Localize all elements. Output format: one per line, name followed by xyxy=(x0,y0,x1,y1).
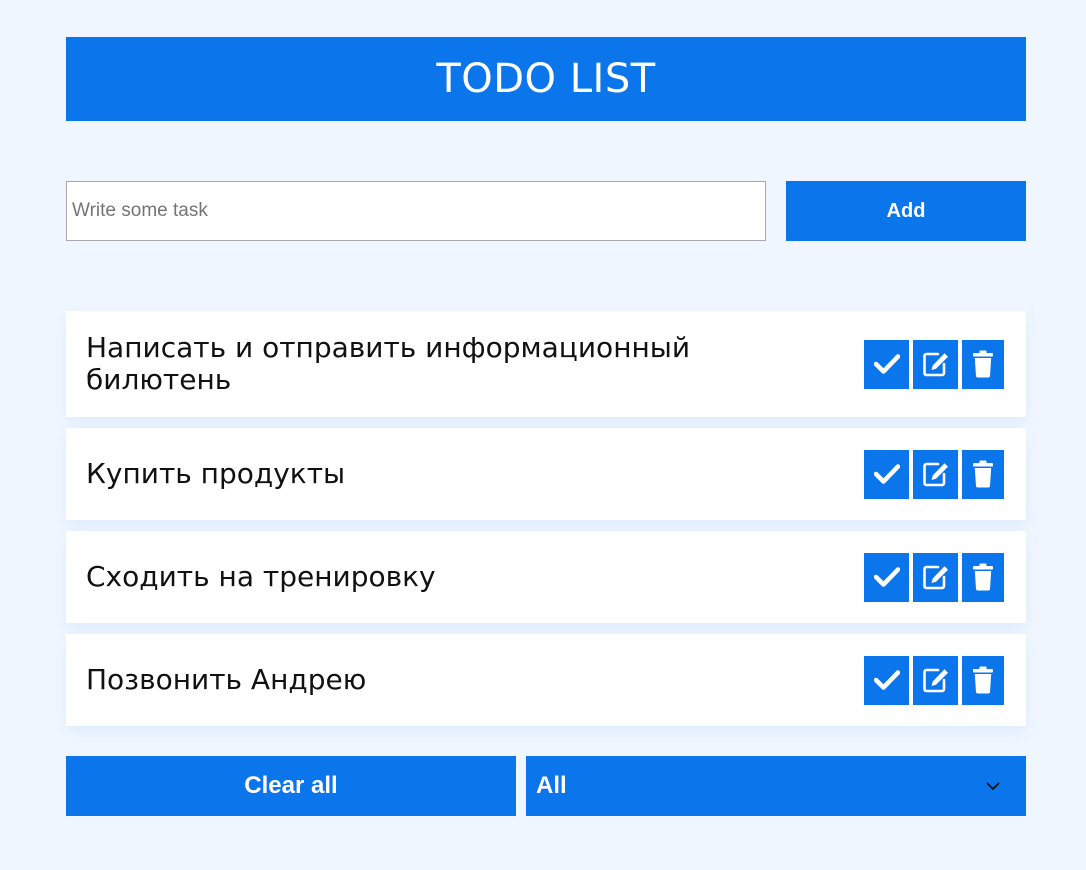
add-task-form: Add xyxy=(66,181,1026,241)
delete-button[interactable] xyxy=(962,449,1004,499)
complete-button[interactable] xyxy=(864,449,909,499)
trash-icon xyxy=(973,350,993,378)
trash-icon xyxy=(973,460,993,488)
task-item: Позвонить Андрею xyxy=(66,634,1026,726)
chevron-down-icon xyxy=(986,782,1000,790)
edit-button[interactable] xyxy=(913,339,958,389)
task-text: Позвонить Андрею xyxy=(86,663,367,696)
check-icon xyxy=(873,464,900,484)
delete-button[interactable] xyxy=(962,339,1004,389)
complete-button[interactable] xyxy=(864,339,909,389)
clear-all-button[interactable]: Clear all xyxy=(66,756,516,816)
task-text: Написать и отправить информационный билю… xyxy=(86,331,691,396)
add-button[interactable]: Add xyxy=(786,181,1026,241)
edit-icon xyxy=(922,462,948,487)
task-list: Написать и отправить информационный билю… xyxy=(66,311,1026,726)
check-icon xyxy=(873,354,900,374)
check-icon xyxy=(873,567,900,587)
page-title: TODO LIST xyxy=(436,56,656,102)
task-text: Купить продукты xyxy=(86,457,346,490)
task-actions xyxy=(864,655,1004,705)
trash-icon xyxy=(973,563,993,591)
task-item: Купить продукты xyxy=(66,428,1026,520)
edit-button[interactable] xyxy=(913,655,958,705)
edit-icon xyxy=(922,668,948,693)
edit-button[interactable] xyxy=(913,449,958,499)
footer-controls: Clear all All xyxy=(66,756,1026,816)
task-actions xyxy=(864,339,1004,389)
task-actions xyxy=(864,552,1004,602)
task-actions xyxy=(864,449,1004,499)
task-item: Сходить на тренировку xyxy=(66,531,1026,623)
todo-app: TODO LIST Add Написать и отправить инфор… xyxy=(66,37,1026,816)
edit-icon xyxy=(922,565,948,590)
task-input[interactable] xyxy=(66,181,766,241)
filter-selected-value: All xyxy=(536,772,567,799)
check-icon xyxy=(873,670,900,690)
delete-button[interactable] xyxy=(962,655,1004,705)
complete-button[interactable] xyxy=(864,552,909,602)
trash-icon xyxy=(973,666,993,694)
complete-button[interactable] xyxy=(864,655,909,705)
edit-button[interactable] xyxy=(913,552,958,602)
delete-button[interactable] xyxy=(962,552,1004,602)
header-bar: TODO LIST xyxy=(66,37,1026,121)
task-item: Написать и отправить информационный билю… xyxy=(66,311,1026,417)
edit-icon xyxy=(922,352,948,377)
filter-select[interactable]: All xyxy=(526,756,1026,816)
task-text: Сходить на тренировку xyxy=(86,560,436,593)
